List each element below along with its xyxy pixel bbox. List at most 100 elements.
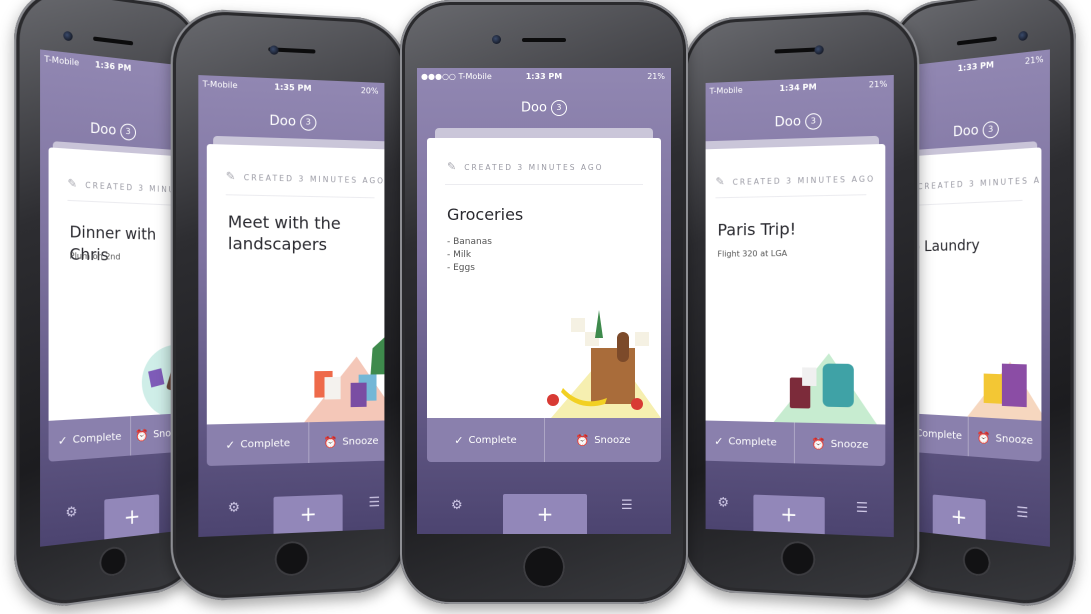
list-icon[interactable]: ☰ (856, 500, 868, 516)
settings-icon[interactable]: ⚙ (451, 498, 463, 513)
app-name: Doo (90, 121, 116, 139)
task-note: Flight 320 at LGA (717, 247, 787, 261)
add-task-button[interactable]: + (104, 494, 159, 539)
task-title: Paris Trip! (717, 218, 796, 240)
task-card[interactable]: ✎ CREATED 3 MINUTES AGO Groceries - Banan… (427, 138, 661, 418)
snooze-label: Snooze (831, 438, 869, 450)
app-title: Doo 3 (198, 110, 384, 133)
add-task-button[interactable]: + (933, 494, 986, 539)
screen: T-Mobile 1:34 PM 21% Doo 3 ✎ CREATED 3 MIN… (706, 75, 894, 537)
check-circle-icon: ✓ (58, 433, 68, 448)
card-divider (914, 200, 1023, 206)
task-count-badge: 3 (120, 123, 136, 141)
card-actions: ✓ Complete ⏰ Snooze (207, 420, 385, 466)
travel-illustration (774, 330, 877, 424)
front-camera (492, 35, 501, 44)
alarm-clock-icon: ⏰ (811, 437, 825, 451)
list-icon[interactable]: ☰ (1016, 505, 1028, 522)
home-button[interactable] (523, 546, 565, 588)
alarm-clock-icon: ⏰ (977, 430, 991, 445)
complete-label: Complete (469, 435, 517, 446)
alarm-clock-icon: ⏰ (323, 435, 337, 449)
list-icon[interactable]: ☰ (369, 495, 381, 511)
complete-label: Complete (916, 427, 962, 441)
settings-icon[interactable]: ⚙ (228, 500, 240, 516)
task-card[interactable]: ✎ CREATED 3 MINUTES AGO Meet with the lan… (207, 144, 385, 424)
add-task-button[interactable]: + (503, 494, 587, 534)
settings-icon[interactable]: ⚙ (65, 504, 77, 521)
complete-button[interactable]: ✓ Complete (427, 418, 544, 462)
add-task-button[interactable]: + (753, 495, 824, 535)
front-camera (269, 45, 278, 55)
clock: 1:35 PM (198, 79, 384, 96)
edit-icon[interactable]: ✎ (715, 175, 724, 188)
battery-indicator: 21% (869, 79, 888, 89)
card-divider (67, 200, 174, 206)
complete-button[interactable]: ✓ Complete (49, 416, 131, 462)
app-name: Doo (953, 123, 979, 141)
snooze-button[interactable]: ⏰ Snooze (545, 418, 661, 462)
app-name: Doo (775, 114, 801, 130)
snooze-button[interactable]: ⏰ Snooze (795, 423, 885, 467)
task-item-1: - Bananas (447, 236, 492, 249)
snooze-label: Snooze (995, 432, 1033, 446)
clock: 1:33 PM (417, 72, 671, 81)
card-divider (715, 194, 866, 198)
edit-icon[interactable]: ✎ (447, 160, 456, 173)
app-title: Doo 3 (40, 116, 182, 144)
snooze-button[interactable]: ⏰ Snooze (309, 420, 384, 463)
edit-icon[interactable]: ✎ (226, 169, 236, 183)
task-card[interactable]: ✎CREATED 3 MINUTES AGO Dinner with Chris… (49, 147, 182, 421)
app-name: Doo (521, 101, 547, 116)
snooze-label: Snooze (342, 435, 378, 447)
front-camera (63, 31, 72, 42)
add-task-button[interactable]: + (274, 494, 343, 533)
list-icon[interactable]: ☰ (621, 498, 633, 513)
phone-4: T-Mobile 1:34 PM 21% Doo 3 ✎ CREATED 3 MIN… (682, 7, 919, 603)
complete-label: Complete (73, 431, 122, 446)
battery-indicator: 20% (361, 86, 379, 96)
phone-3: ●●●○○ T-Mobile 1:33 PM 21% Doo 3 ✎ CREATED… (400, 0, 688, 604)
snooze-button[interactable]: ⏰ Snooze (969, 417, 1042, 462)
complete-label: Complete (240, 437, 290, 450)
edit-icon[interactable]: ✎ (67, 176, 77, 190)
earpiece (522, 38, 566, 42)
battery-indicator: 21% (647, 72, 665, 81)
created-label: ✎CREATED 3 MINUTES AGO (67, 176, 181, 197)
card-actions: ✓ Complete ⏰Snooze (427, 418, 661, 462)
check-circle-icon: ✓ (454, 434, 463, 447)
clock: 1:34 PM (706, 79, 894, 96)
screen: T-Mobile 1:36 PM Doo 3 ✎ CREATED 3 MINUTES… (40, 49, 182, 546)
task-title: o Laundry (912, 235, 980, 258)
complete-button[interactable]: ✓ Complete (706, 420, 794, 463)
bottom-toolbar: ⚙ + ☰ (706, 481, 894, 537)
screen: ●●●○○ T-Mobile 1:33 PM 21% Doo 3 ✎ CREATED… (417, 68, 671, 534)
settings-icon[interactable]: ⚙ (717, 495, 729, 511)
task-count-badge: 3 (551, 100, 567, 116)
created-label: ✎CREATED 3 MINUTES AGO (715, 171, 875, 188)
task-count-badge: 3 (805, 113, 821, 130)
task-item-2: - Milk (447, 249, 471, 262)
task-title: Meet with the landscapers (228, 211, 351, 256)
task-card[interactable]: CREATED 3 MINUTES AGO o Laundry (906, 147, 1041, 421)
card-actions: ✓Complete ⏰Snooze (906, 413, 1041, 462)
phone-2: T-Mobile 1:35 PM 20% Doo 3 ✎ CREATED 3 MIN… (171, 7, 408, 603)
card-divider (226, 194, 375, 198)
groceries-illustration (541, 308, 661, 418)
created-label: CREATED 3 MINUTES AGO (918, 174, 1042, 191)
task-card[interactable]: ✎ CREATED 3 MINUTES AGO Paris Trip! Fligh… (706, 144, 886, 425)
card-actions: ✓Complete ⏰ Snooze (706, 420, 886, 466)
status-bar: ●●●○○ T-Mobile 1:33 PM 21% (417, 68, 671, 86)
screen: 1:33 PM 21% Doo 3 CREATED 3 MINUTES AGO o… (906, 49, 1050, 546)
task-title: Groceries (447, 204, 523, 225)
check-circle-icon: ✓ (714, 434, 723, 447)
bottom-toolbar: ⚙ + ☰ (417, 482, 671, 534)
created-label: ✎CREATED 3 MINUTES AGO (226, 169, 385, 186)
screen: T-Mobile 1:35 PM 20% Doo 3 ✎ CREATED 3 MIN… (198, 75, 384, 537)
battery-indicator: 21% (1025, 54, 1044, 66)
complete-button[interactable]: ✓ Complete (207, 422, 309, 466)
card-divider (445, 184, 643, 185)
task-item-3: - Eggs (447, 262, 475, 275)
alarm-clock-icon: ⏰ (575, 434, 589, 447)
check-circle-icon: ✓ (226, 438, 236, 452)
